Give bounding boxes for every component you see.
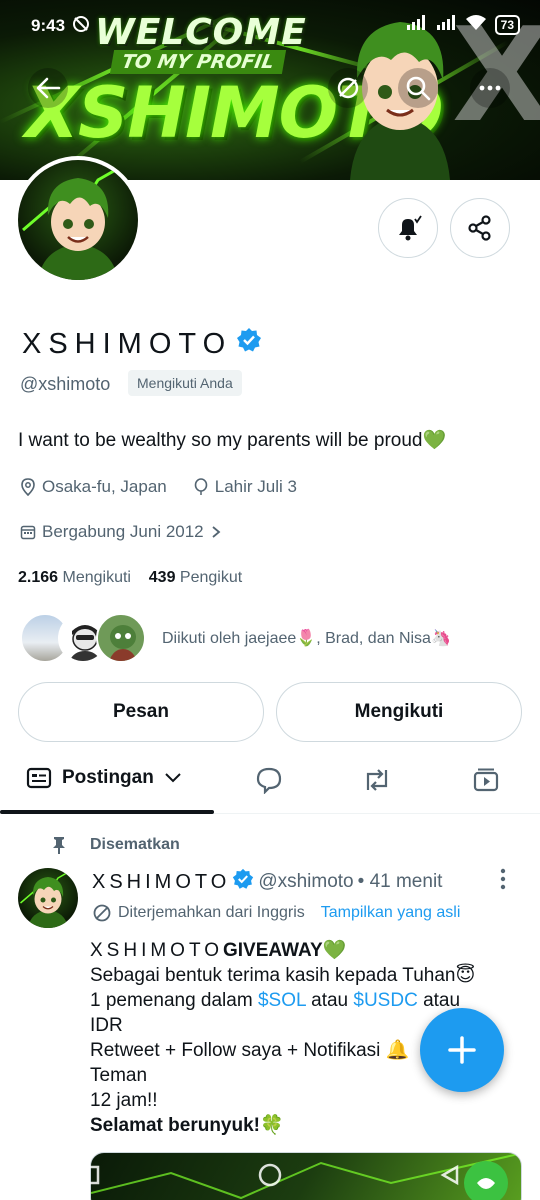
status-bar: 9:43 73 (0, 0, 540, 52)
following-label: Mengikuti (62, 569, 131, 586)
status-time: 9:43 (31, 16, 66, 35)
tab-replies[interactable] (255, 766, 283, 799)
plus-icon (448, 1036, 476, 1064)
avatar-illustration (22, 160, 134, 280)
followed-by-text: Diikuti oleh jaejaee🌷, Brad, dan Nisa🦄 (162, 630, 451, 647)
profile-display-name: XSHIMOTO (22, 327, 262, 361)
search-icon[interactable] (398, 68, 438, 108)
calendar-icon (20, 525, 36, 540)
notification-bell-button[interactable] (378, 198, 438, 258)
profile-location: Osaka-fu, Japan (42, 477, 167, 496)
repost-icon (366, 769, 388, 791)
signal-icon-2 (436, 14, 457, 35)
profile-joined-row[interactable]: Bergabung Juni 2012 (20, 522, 222, 542)
system-navigation-bar (0, 1150, 540, 1200)
tweet-header: XSHIMOTO @xshimoto • 41 menit (92, 868, 442, 896)
share-button[interactable] (450, 198, 510, 258)
translated-label: Diterjemahkan dari Inggris (118, 904, 305, 921)
show-original-link[interactable]: Tampilkan yang asli (321, 904, 461, 922)
translated-row: Diterjemahkan dari Inggris Tampilkan yan… (92, 903, 460, 923)
profile-bio: I want to be wealthy so my parents will … (18, 430, 447, 451)
tab-media[interactable] (472, 766, 500, 799)
followers-count: 439 (148, 569, 176, 586)
home-icon[interactable] (257, 1162, 283, 1188)
tweet-line-3-mid: atau (305, 990, 354, 1011)
dnd-icon (72, 15, 90, 38)
tweet-line-1: XSHIMOTOGIVEAWAY💚 (90, 938, 530, 963)
more-options-icon[interactable] (470, 68, 510, 108)
following-button[interactable]: Mengikuti (276, 682, 522, 742)
share-icon (468, 215, 491, 241)
followers-label: Pengikut (179, 569, 243, 586)
profile-meta-location-birthday: Osaka-fu, Japan Lahir Juli 3 (20, 477, 297, 497)
tab-posts-label: Postingan (62, 767, 154, 788)
follows-you-badge: Mengikuti Anda (128, 370, 242, 396)
cashtag-sol[interactable]: $SOL (258, 990, 306, 1011)
profile-handle: @xshimoto (20, 374, 111, 394)
back-arrow-icon[interactable] (28, 68, 68, 108)
pin-icon (53, 837, 65, 854)
followers-stat[interactable]: 439 Pengikut (149, 569, 242, 586)
profile-tabs: Postingan (0, 748, 540, 814)
posts-tab-icon (26, 767, 52, 789)
wifi-icon (465, 14, 487, 35)
translate-icon (93, 904, 111, 922)
balloon-icon (194, 478, 208, 495)
message-button[interactable]: Pesan (18, 682, 264, 742)
tweet-age: • 41 menit (357, 871, 443, 892)
pinned-label-row: Disematkan (50, 835, 180, 855)
chevron-right-icon (212, 526, 221, 538)
tweet-author-avatar[interactable] (18, 868, 78, 928)
location-pin-icon (21, 478, 35, 496)
tweet-author-handle: @xshimoto (258, 871, 354, 892)
tweet-line-8: Selamat berunyuk!🍀 (90, 1115, 284, 1136)
following-stat[interactable]: 2.166 Mengikuti (18, 569, 131, 586)
tweet-verified-icon (232, 868, 254, 896)
chevron-down-icon (165, 773, 181, 783)
followed-by-row[interactable]: Diikuti oleh jaejaee🌷, Brad, dan Nisa🦄 (20, 612, 451, 664)
grok-icon[interactable] (328, 68, 368, 108)
battery-indicator: 73 (494, 14, 520, 35)
signal-icon (406, 14, 429, 35)
tweet-avatar-illustration (20, 868, 76, 928)
reply-bubble-icon (256, 767, 282, 795)
pinned-label: Disematkan (90, 836, 180, 853)
video-icon (473, 768, 499, 792)
profile-joined: Bergabung Juni 2012 (42, 522, 204, 541)
back-icon[interactable] (437, 1162, 463, 1188)
tweet-line-2: Sebagai bentuk terima kasih kepada Tuhan… (90, 965, 476, 986)
display-name-text: XSHIMOTO (22, 327, 233, 360)
tweet-line-3-pre: 1 pemenang dalam (90, 990, 258, 1011)
cashtag-usdc[interactable]: $USDC (353, 990, 417, 1011)
profile-birthday: Lahir Juli 3 (214, 477, 297, 496)
compose-button[interactable] (420, 1008, 504, 1092)
tab-active-indicator (0, 810, 214, 814)
profile-stats: 2.166 Mengikuti 439 Pengikut (18, 569, 242, 587)
profile-avatar[interactable] (14, 156, 142, 284)
tab-posts[interactable]: Postingan (26, 766, 182, 790)
banner-subtitle-text: TO MY PROFIL (109, 50, 286, 74)
tab-reposts[interactable] (362, 766, 392, 799)
following-count: 2.166 (18, 569, 59, 586)
follower-avatar (96, 613, 146, 663)
tweet-more-icon[interactable] (500, 868, 506, 894)
recent-apps-icon[interactable] (77, 1162, 103, 1188)
tweet-line-1-name: XSHIMOTO (90, 940, 223, 961)
tweet-author-name[interactable]: XSHIMOTO (92, 871, 230, 894)
verified-badge-icon (236, 327, 262, 361)
tweet-line-1-rest: GIVEAWAY💚 (223, 940, 347, 961)
bell-check-icon (399, 215, 422, 241)
